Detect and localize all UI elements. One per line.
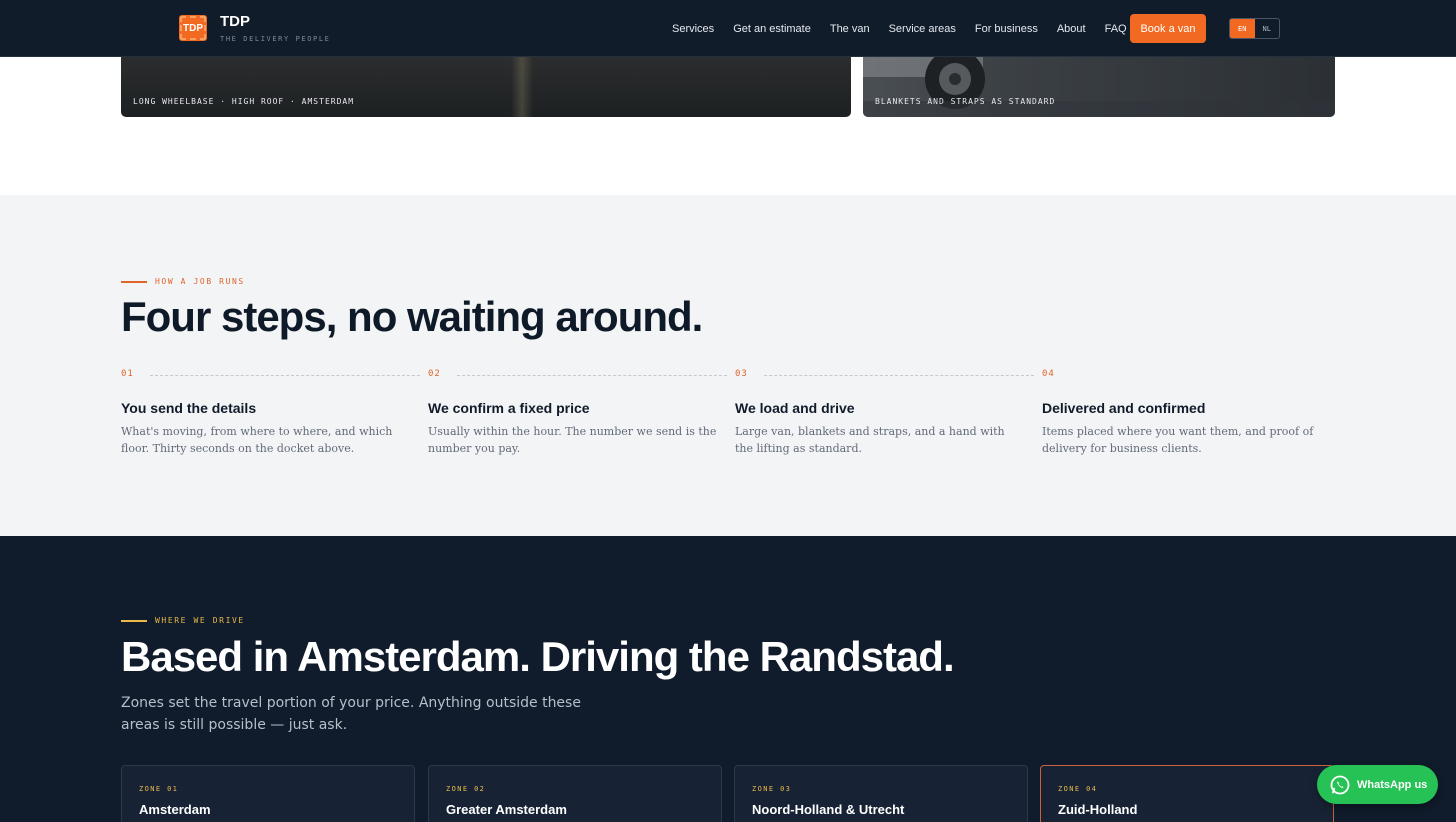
step-number: 02 bbox=[428, 369, 441, 379]
whatsapp-icon bbox=[1330, 775, 1350, 794]
brand-name[interactable]: TDP bbox=[220, 13, 250, 30]
eyebrow-text: HOW A JOB RUNS bbox=[155, 277, 245, 286]
step-description: Usually within the hour. The number we s… bbox=[428, 425, 717, 455]
straps-photo-card: BLANKETS AND STRAPS AS STANDARD bbox=[863, 57, 1335, 117]
van-wheel-image bbox=[863, 57, 1335, 117]
zone-label: ZONE 01 bbox=[139, 785, 179, 793]
brand-tagline: THE DELIVERY PEOPLE bbox=[220, 35, 331, 43]
lang-nl-button[interactable]: NL bbox=[1255, 19, 1280, 38]
step-description: Large van, blankets and straps, and a ha… bbox=[735, 425, 1005, 455]
step-number: 04 bbox=[1042, 369, 1055, 379]
step-number: 01 bbox=[121, 369, 134, 379]
zone-name: Noord-Holland & Utrecht bbox=[752, 802, 905, 817]
zone-card[interactable]: ZONE 04 Zuid-Holland bbox=[1040, 765, 1334, 822]
nav-the-van[interactable]: The van bbox=[830, 23, 870, 35]
eyebrow-line bbox=[121, 280, 147, 283]
step-connector bbox=[457, 375, 727, 376]
step-item: 04 Delivered and confirmed Items placed … bbox=[1042, 369, 1322, 455]
zone-label: ZONE 02 bbox=[446, 785, 486, 793]
step-item: 03 We load and drive Large van, blankets… bbox=[735, 369, 1034, 455]
section-subtitle: Zones set the travel portion of your pri… bbox=[121, 695, 581, 733]
zone-name: Amsterdam bbox=[139, 802, 211, 817]
step-item: 02 We confirm a fixed price Usually with… bbox=[428, 369, 727, 455]
section-eyebrow: WHERE WE DRIVE bbox=[121, 616, 245, 625]
step-item: 01 You send the details What's moving, f… bbox=[121, 369, 420, 455]
section-eyebrow: HOW A JOB RUNS bbox=[121, 277, 245, 286]
step-connector bbox=[150, 375, 420, 376]
zone-card[interactable]: ZONE 01 Amsterdam bbox=[121, 765, 415, 822]
whatsapp-label: WhatsApp us bbox=[1357, 778, 1428, 791]
road-marking bbox=[511, 57, 533, 117]
logo-badge[interactable]: TDP bbox=[179, 15, 207, 41]
main-nav: Services Get an estimate The van Service… bbox=[672, 0, 1146, 57]
step-connector bbox=[764, 375, 1034, 376]
zone-label: ZONE 04 bbox=[1058, 785, 1098, 793]
photo-caption: LONG WHEELBASE · HIGH ROOF · AMSTERDAM bbox=[133, 97, 355, 106]
section-heading: Four steps, no waiting around. bbox=[121, 293, 703, 340]
step-title: We load and drive bbox=[735, 400, 855, 416]
step-number: 03 bbox=[735, 369, 748, 379]
step-title: Delivered and confirmed bbox=[1042, 400, 1206, 416]
step-description: What's moving, from where to where, and … bbox=[121, 425, 393, 455]
van-photo-card: LONG WHEELBASE · HIGH ROOF · AMSTERDAM bbox=[121, 57, 851, 117]
service-areas-section: WHERE WE DRIVE Based in Amsterdam. Drivi… bbox=[0, 536, 1456, 822]
nav-service-areas[interactable]: Service areas bbox=[889, 23, 956, 35]
zone-label: ZONE 03 bbox=[752, 785, 792, 793]
book-van-button[interactable]: Book a van bbox=[1130, 14, 1206, 43]
eyebrow-line bbox=[121, 619, 147, 622]
site-header: TDP TDP THE DELIVERY PEOPLE Services Get… bbox=[0, 0, 1456, 57]
zone-card[interactable]: ZONE 02 Greater Amsterdam bbox=[428, 765, 722, 822]
zone-name: Zuid-Holland bbox=[1058, 802, 1138, 817]
step-description: Items placed where you want them, and pr… bbox=[1042, 425, 1314, 455]
how-it-works-section: HOW A JOB RUNS Four steps, no waiting ar… bbox=[0, 195, 1456, 536]
zone-card[interactable]: ZONE 03 Noord-Holland & Utrecht bbox=[734, 765, 1028, 822]
nav-about[interactable]: About bbox=[1057, 23, 1086, 35]
language-switcher: EN NL bbox=[1229, 18, 1280, 39]
nav-services[interactable]: Services bbox=[672, 23, 714, 35]
nav-for-business[interactable]: For business bbox=[975, 23, 1038, 35]
nav-faq[interactable]: FAQ bbox=[1105, 23, 1127, 35]
section-heading: Based in Amsterdam. Driving the Randstad… bbox=[121, 633, 955, 680]
photo-caption: BLANKETS AND STRAPS AS STANDARD bbox=[875, 97, 1056, 106]
zone-name: Greater Amsterdam bbox=[446, 802, 567, 817]
lang-en-button[interactable]: EN bbox=[1230, 19, 1255, 38]
nav-get-estimate[interactable]: Get an estimate bbox=[733, 23, 811, 35]
step-title: You send the details bbox=[121, 400, 257, 416]
eyebrow-text: WHERE WE DRIVE bbox=[155, 616, 245, 625]
step-title: We confirm a fixed price bbox=[428, 400, 590, 416]
whatsapp-button[interactable]: WhatsApp us bbox=[1317, 765, 1438, 804]
